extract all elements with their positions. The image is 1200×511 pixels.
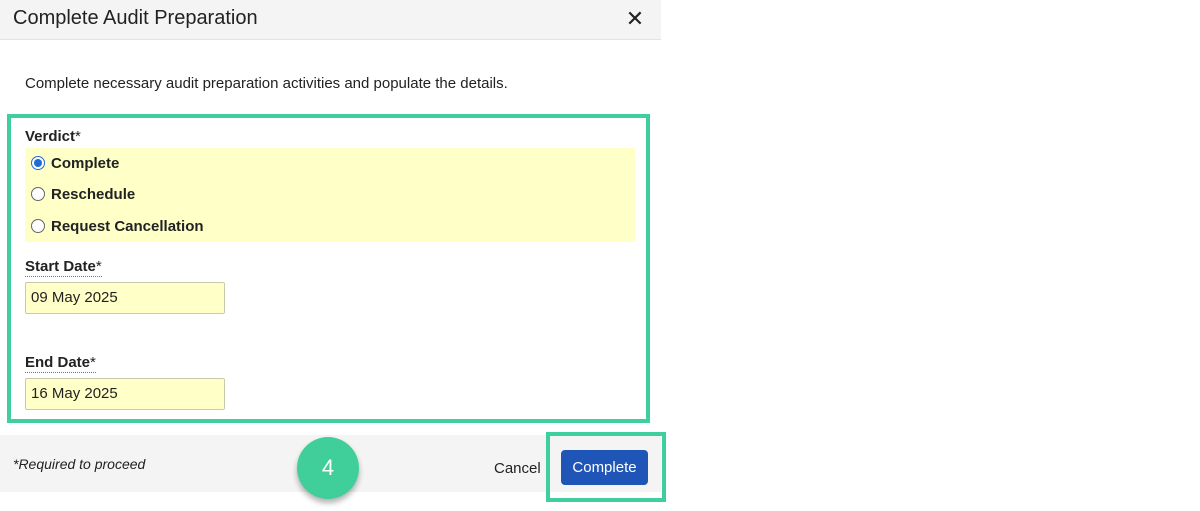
end-date-label: End Date* [25, 354, 96, 373]
verdict-radio-group: Complete Reschedule Request Cancellation [25, 148, 635, 242]
required-mark: * [75, 128, 81, 145]
dialog-header: Complete Audit Preparation ✕ [0, 0, 661, 40]
close-icon[interactable]: ✕ [622, 6, 648, 32]
verdict-option-complete[interactable]: Complete [31, 151, 119, 175]
verdict-option-label: Reschedule [51, 185, 136, 203]
dialog-description: Complete necessary audit preparation act… [25, 75, 508, 92]
start-date-label-text: Start Date [25, 258, 96, 275]
verdict-option-reschedule[interactable]: Reschedule [31, 182, 135, 206]
audit-dialog: Complete Audit Preparation ✕ Complete ne… [0, 0, 666, 511]
required-mark: * [90, 354, 96, 371]
verdict-option-label: Complete [51, 154, 120, 172]
button-highlight-box [546, 432, 666, 502]
radio-button-checked[interactable] [31, 156, 45, 170]
radio-button[interactable] [31, 187, 45, 201]
end-date-label-text: End Date [25, 354, 91, 371]
verdict-option-label: Request Cancellation [51, 217, 204, 235]
end-date-field[interactable]: 16 May 2025 [25, 378, 225, 410]
radio-button[interactable] [31, 219, 45, 233]
step-number-badge: 4 [297, 437, 359, 499]
verdict-label: Verdict* [25, 128, 81, 146]
start-date-field[interactable]: 09 May 2025 [25, 282, 225, 314]
verdict-option-request-cancellation[interactable]: Request Cancellation [31, 214, 204, 238]
cancel-button[interactable]: Cancel [494, 460, 541, 477]
start-date-label: Start Date* [25, 258, 102, 277]
required-mark: * [95, 258, 102, 275]
verdict-label-text: Verdict [25, 128, 76, 145]
dialog-title: Complete Audit Preparation [13, 7, 258, 29]
required-note: *Required to proceed [13, 456, 146, 472]
